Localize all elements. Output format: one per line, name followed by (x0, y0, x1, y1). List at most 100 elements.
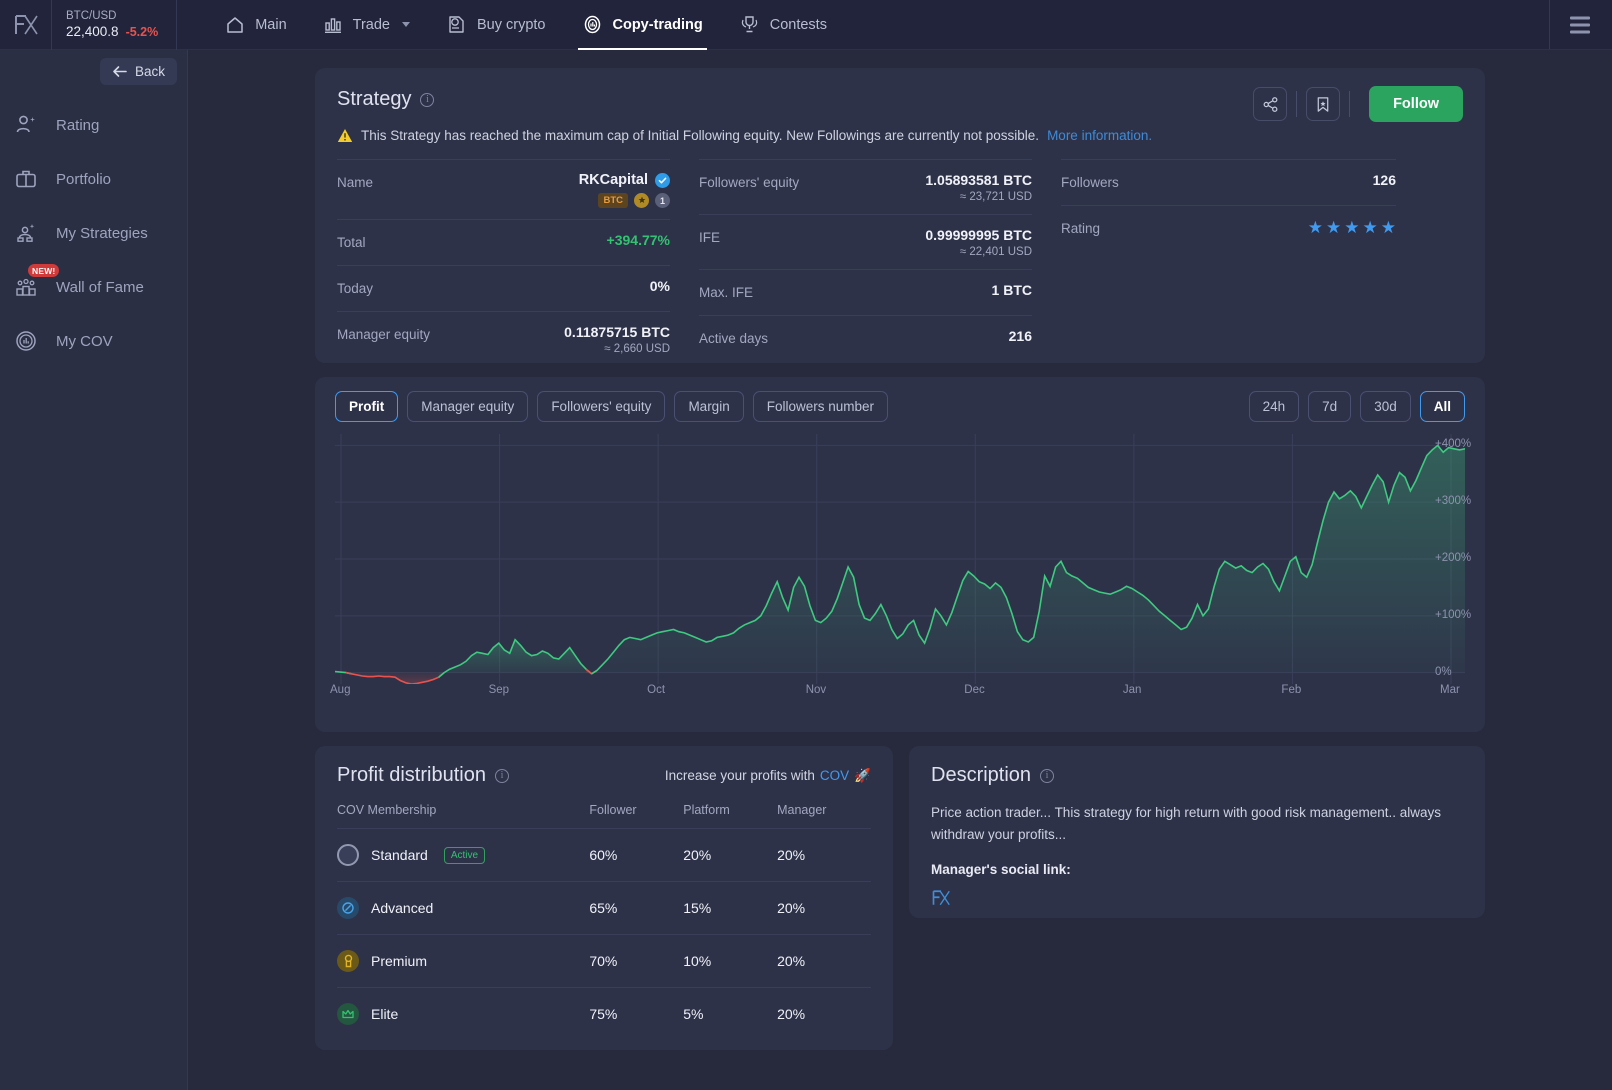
cell-follower: 60% (589, 828, 684, 882)
nav-item-buy-crypto[interactable]: Buy crypto (428, 0, 564, 50)
col-header-platform: Platform (683, 803, 730, 817)
cell-manager: 20% (777, 828, 871, 882)
bookmark-button[interactable] (1306, 87, 1341, 121)
fx-logo-icon (14, 14, 38, 34)
cell-manager: 20% (777, 934, 871, 988)
chart-x-tick: Jan (1122, 684, 1142, 696)
new-badge: NEW! (28, 264, 60, 277)
profit-chart[interactable]: +400% +300% +200% +100% 0% Aug Sep Oct Nov Dec Ja… (330, 434, 1471, 714)
stat-value: 216 (1008, 328, 1032, 344)
share-icon (1263, 96, 1278, 112)
stat-label: Manager equity (337, 327, 431, 342)
stat-subvalue: ≈ 22,401 USD (959, 246, 1032, 258)
nav-item-contests[interactable]: Contests (721, 0, 845, 50)
sidebar-item-my-cov[interactable]: My COV (0, 314, 188, 368)
sidebar: Back Rating Portfolio My Strategies NEW!… (0, 50, 188, 1090)
sidebar-item-my-strategies[interactable]: My Strategies (0, 206, 188, 260)
stat-label: Rating (1061, 221, 1101, 236)
tab-followers-equity[interactable]: Followers' equity (537, 391, 666, 422)
tab-margin[interactable]: Margin (674, 391, 744, 422)
manager-social-link[interactable] (931, 889, 1463, 912)
cov-link[interactable]: COV (820, 768, 849, 783)
profit-chart-svg (335, 434, 1465, 684)
chevron-down-icon[interactable] (402, 22, 410, 27)
range-24h[interactable]: 24h (1248, 391, 1300, 422)
stat-label: Max. IFE (699, 285, 754, 300)
tier-label: Standard (371, 847, 428, 863)
menu-hamburger-button[interactable] (1570, 16, 1590, 33)
stat-row-max-ife: Max. IFE 1 BTC (699, 269, 1032, 315)
medal-icon (337, 950, 359, 972)
info-icon[interactable]: i (420, 92, 435, 107)
sidebar-label-portfolio: Portfolio (56, 170, 112, 188)
nav-item-trade[interactable]: Trade (305, 0, 428, 50)
fx-logo-icon (932, 890, 950, 906)
stat-row-followers-equity: Followers' equity 1.05893581 BTC ≈ 23,72… (699, 159, 1032, 214)
chart-x-tick: Sep (488, 684, 510, 696)
chart-metric-tabs: Profit Manager equity Followers' equity … (335, 391, 888, 422)
table-row[interactable]: Premium 70% 10% 20% (337, 934, 871, 988)
topbar-divider (1549, 0, 1550, 49)
star-icon: ★ (1362, 218, 1378, 237)
table-head: COV Membership Follower Platform Manager (337, 803, 871, 829)
range-all[interactable]: All (1419, 391, 1465, 422)
tab-manager-equity[interactable]: Manager equity (407, 391, 529, 422)
ticker-price: 22,400.8 (66, 24, 119, 39)
cov-promo[interactable]: Increase your profits with COV 🚀 (665, 768, 871, 784)
chart-toolbar: Profit Manager equity Followers' equity … (335, 391, 1465, 422)
info-icon[interactable]: i (1040, 768, 1055, 783)
performance-chart-card: Profit Manager equity Followers' equity … (315, 377, 1485, 732)
follow-button[interactable]: Follow (1369, 86, 1463, 122)
cell-platform: 5% (683, 987, 778, 1040)
range-30d[interactable]: 30d (1360, 391, 1411, 422)
back-button[interactable]: Back (99, 58, 177, 85)
sidebar-label-wall-of-fame: Wall of Fame (56, 278, 144, 296)
description-card: Description i Price action trader... Thi… (909, 746, 1485, 918)
profit-distribution-card: Profit distribution i Increase your prof… (315, 746, 893, 1050)
col-header-follower: Follower (589, 803, 637, 817)
info-icon[interactable]: i (494, 768, 509, 783)
share-button[interactable] (1253, 87, 1288, 121)
description-body: Price action trader... This strategy for… (931, 805, 1441, 842)
chart-range-tabs: 24h 7d 30d All (1248, 391, 1465, 422)
range-7d[interactable]: 7d (1308, 391, 1352, 422)
chart-y-tick: +400% (1435, 438, 1472, 451)
cov-promo-text: Increase your profits with (664, 768, 815, 783)
nav-label-main: Main (255, 16, 287, 33)
copy-trading-icon (584, 15, 600, 34)
table-header-row: COV Membership Follower Platform Manager (337, 803, 871, 829)
page-title: Strategy (337, 88, 412, 110)
sidebar-item-portfolio[interactable]: Portfolio (0, 152, 188, 206)
rocket-icon: 🚀 (854, 767, 871, 783)
more-information-link[interactable]: More information. (1047, 128, 1152, 143)
col-header-manager: Manager (777, 803, 827, 817)
nav-label-trade: Trade (352, 16, 390, 33)
stat-value: 1 BTC (991, 282, 1032, 298)
sidebar-items: Rating Portfolio My Strategies NEW! Wall… (0, 98, 188, 368)
sidebar-item-wall-of-fame[interactable]: NEW! Wall of Fame (0, 260, 188, 314)
chart-y-tick: 0% (1435, 665, 1452, 678)
briefcase-icon (12, 167, 40, 191)
sidebar-item-rating[interactable]: Rating (0, 98, 188, 152)
table-row[interactable]: Advanced 65% 15% 20% (337, 881, 871, 935)
table-row[interactable]: Standard Active 60% 20% 20% (337, 828, 871, 882)
stat-value: +394.77% (606, 232, 670, 248)
ticker-btcusd[interactable]: BTC/USD 22,400.8 -5.2% (52, 0, 178, 50)
back-label: Back (134, 64, 165, 79)
stat-row-today: Today 0% (337, 265, 670, 311)
nav-item-main[interactable]: Main (207, 0, 304, 50)
brand-logo[interactable] (0, 0, 52, 50)
tab-profit[interactable]: Profit (335, 391, 399, 422)
nav-item-copy-trading[interactable]: Copy-trading (564, 0, 721, 50)
table-row[interactable]: Elite 75% 5% 20% (337, 987, 871, 1040)
status-badge: Active (443, 846, 486, 864)
action-divider (1296, 91, 1298, 117)
stat-label: Today (337, 281, 374, 296)
cell-follower: 65% (589, 881, 684, 935)
chart-area-fill (345, 672, 445, 684)
tab-followers-number[interactable]: Followers number (752, 391, 888, 422)
strategy-warning: This Strategy has reached the maximum ca… (337, 128, 1463, 143)
profit-distribution-header: Profit distribution i Increase your prof… (337, 764, 871, 787)
cell-follower: 70% (589, 934, 684, 988)
sidebar-label-my-cov: My COV (56, 332, 113, 350)
